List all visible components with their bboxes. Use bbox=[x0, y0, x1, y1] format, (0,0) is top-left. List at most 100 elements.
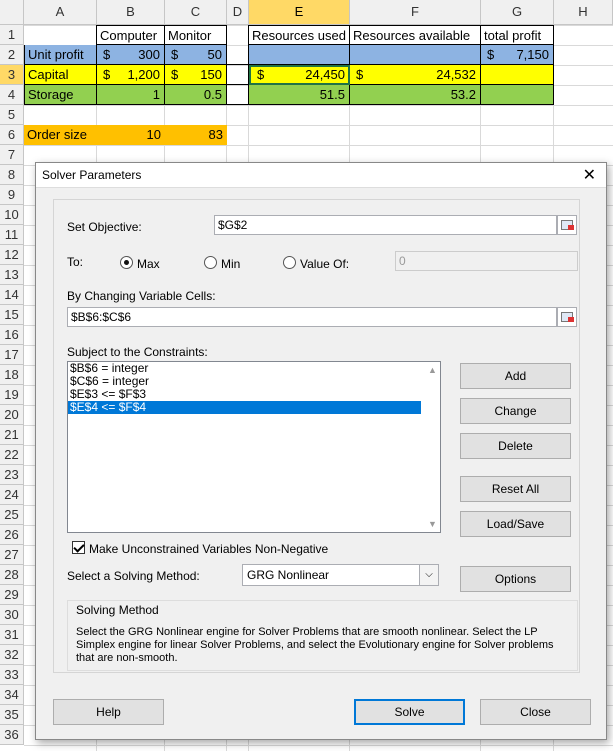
solving-method-select[interactable]: GRG Nonlinear ⌵ bbox=[242, 564, 439, 586]
options-button[interactable]: Options bbox=[460, 566, 571, 592]
cell-a2[interactable]: Unit profit bbox=[24, 45, 97, 65]
row-header[interactable]: 32 bbox=[0, 645, 24, 665]
row-header[interactable]: 15 bbox=[0, 305, 24, 325]
cell-d2[interactable] bbox=[227, 45, 249, 65]
cell-c6[interactable]: 83 bbox=[165, 125, 227, 145]
cell-a4[interactable]: Storage bbox=[24, 85, 97, 105]
by-changing-input[interactable]: $B$6:$C$6 bbox=[67, 307, 557, 327]
cell-b1[interactable]: Computer bbox=[96, 25, 165, 45]
row-header[interactable]: 28 bbox=[0, 565, 24, 585]
row-header[interactable]: 29 bbox=[0, 585, 24, 605]
row-header[interactable]: 30 bbox=[0, 605, 24, 625]
scroll-up-icon[interactable]: ▲ bbox=[428, 365, 437, 375]
constraints-scrollbar[interactable]: ▲ ▼ bbox=[424, 362, 440, 532]
row-header[interactable]: 3 bbox=[0, 65, 24, 85]
column-header-f[interactable]: F bbox=[350, 0, 481, 24]
cell-c4[interactable]: 0.5 bbox=[165, 85, 227, 105]
row-header[interactable]: 26 bbox=[0, 525, 24, 545]
close-icon[interactable]: ✕ bbox=[583, 165, 596, 185]
delete-button[interactable]: Delete bbox=[460, 433, 571, 459]
cell-c1[interactable]: Monitor bbox=[165, 25, 227, 45]
set-objective-input[interactable]: $G$2 bbox=[214, 215, 557, 235]
reset-all-button[interactable]: Reset All bbox=[460, 476, 571, 502]
column-header-e[interactable]: E bbox=[249, 0, 350, 24]
cell-f4[interactable]: 53.2 bbox=[350, 85, 481, 105]
cell-a6[interactable]: Order size bbox=[24, 125, 97, 145]
row-header[interactable]: 20 bbox=[0, 405, 24, 425]
row-header[interactable]: 19 bbox=[0, 385, 24, 405]
cell-d4[interactable] bbox=[227, 85, 249, 105]
row-header[interactable]: 7 bbox=[0, 145, 24, 165]
column-header-a[interactable]: A bbox=[24, 0, 97, 24]
row-header[interactable]: 9 bbox=[0, 185, 24, 205]
cell-b4[interactable]: 1 bbox=[97, 85, 165, 105]
row-header[interactable]: 14 bbox=[0, 285, 24, 305]
column-header-g[interactable]: G bbox=[481, 0, 554, 24]
row-header[interactable]: 33 bbox=[0, 665, 24, 685]
select-all-corner[interactable] bbox=[0, 0, 24, 24]
close-button[interactable]: Close bbox=[480, 699, 591, 725]
min-radio[interactable] bbox=[204, 256, 217, 269]
cell-c3[interactable]: $ 150 bbox=[165, 65, 227, 85]
row-header[interactable]: 8 bbox=[0, 165, 24, 185]
solve-button[interactable]: Solve bbox=[354, 699, 465, 725]
cell-b2[interactable]: $ 300 bbox=[97, 45, 165, 65]
row-header[interactable]: 35 bbox=[0, 705, 24, 725]
cell-g3[interactable] bbox=[481, 65, 554, 85]
row-header[interactable]: 5 bbox=[0, 105, 24, 125]
row-header[interactable]: 10 bbox=[0, 205, 24, 225]
cell-e1[interactable]: Resources used bbox=[248, 25, 350, 45]
row-header[interactable]: 6 bbox=[0, 125, 24, 145]
cell-f3[interactable]: $ 24,532 bbox=[350, 65, 481, 85]
cell-f2[interactable] bbox=[350, 45, 481, 65]
row-header[interactable]: 13 bbox=[0, 265, 24, 285]
list-item-selected[interactable]: $E$4 <= $F$4 bbox=[68, 401, 421, 414]
row-header[interactable]: 27 bbox=[0, 545, 24, 565]
row-header[interactable]: 1 bbox=[0, 25, 24, 45]
cell-f1[interactable]: Resources available bbox=[350, 25, 481, 45]
row-header[interactable]: 23 bbox=[0, 465, 24, 485]
max-radio[interactable] bbox=[120, 256, 133, 269]
row-header[interactable]: 2 bbox=[0, 45, 24, 65]
column-header-b[interactable]: B bbox=[97, 0, 165, 24]
cell-c2[interactable]: $ 50 bbox=[165, 45, 227, 65]
scroll-down-icon[interactable]: ▼ bbox=[428, 519, 437, 529]
cell-b6[interactable]: 10 bbox=[97, 125, 165, 145]
constraints-list[interactable]: $B$6 = integer $C$6 = integer $E$3 <= $F… bbox=[67, 361, 441, 533]
row-header[interactable]: 25 bbox=[0, 505, 24, 525]
row-header[interactable]: 11 bbox=[0, 225, 24, 245]
row-header[interactable]: 34 bbox=[0, 685, 24, 705]
column-header-c[interactable]: C bbox=[165, 0, 227, 24]
row-header[interactable]: 31 bbox=[0, 625, 24, 645]
dialog-title-bar[interactable]: Solver Parameters ✕ bbox=[36, 163, 606, 188]
row-header[interactable]: 4 bbox=[0, 85, 24, 105]
cell-g2[interactable]: $ 7,150 bbox=[481, 45, 554, 65]
change-button[interactable]: Change bbox=[460, 398, 571, 424]
non-negative-checkbox[interactable] bbox=[72, 541, 85, 554]
cell-g1[interactable]: total profit bbox=[481, 25, 554, 45]
load-save-button[interactable]: Load/Save bbox=[460, 511, 571, 537]
row-header[interactable]: 22 bbox=[0, 445, 24, 465]
cell-e4[interactable]: 51.5 bbox=[249, 85, 350, 105]
cell-b3[interactable]: $ 1,200 bbox=[97, 65, 165, 85]
row-header[interactable]: 16 bbox=[0, 325, 24, 345]
row-header[interactable]: 12 bbox=[0, 245, 24, 265]
value-of-radio[interactable] bbox=[283, 256, 296, 269]
cell-e2[interactable] bbox=[249, 45, 350, 65]
changing-cells-collapse-button[interactable] bbox=[557, 307, 577, 327]
value-of-input[interactable]: 0 bbox=[395, 251, 578, 271]
column-header-h[interactable]: H bbox=[554, 0, 613, 24]
row-header[interactable]: 21 bbox=[0, 425, 24, 445]
objective-collapse-button[interactable] bbox=[557, 215, 577, 235]
add-button[interactable]: Add bbox=[460, 363, 571, 389]
row-header[interactable]: 17 bbox=[0, 345, 24, 365]
cell-d3[interactable] bbox=[227, 65, 249, 85]
cell-e3-selected[interactable]: $ 24,450 bbox=[249, 65, 350, 85]
row-header[interactable]: 24 bbox=[0, 485, 24, 505]
column-header-d[interactable]: D bbox=[227, 0, 249, 24]
cell-a3[interactable]: Capital bbox=[24, 65, 97, 85]
row-header[interactable]: 18 bbox=[0, 365, 24, 385]
help-button[interactable]: Help bbox=[53, 699, 164, 725]
row-header[interactable]: 36 bbox=[0, 725, 24, 745]
cell-g4[interactable] bbox=[481, 85, 554, 105]
